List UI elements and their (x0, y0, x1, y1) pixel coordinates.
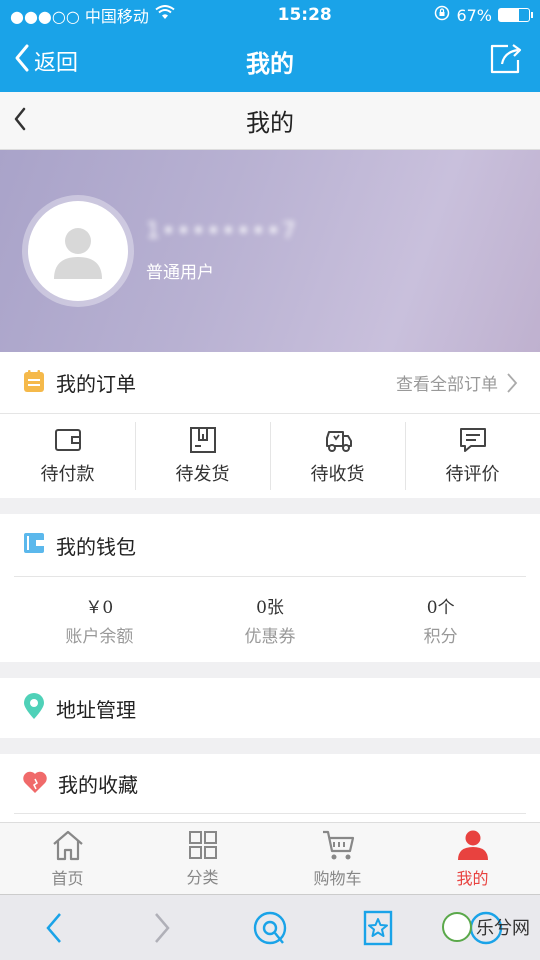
status-time: 15:28 (277, 5, 332, 25)
tab-mine[interactable]: 我的 (405, 823, 540, 894)
order-pending-shipment[interactable]: 待发货 (135, 414, 270, 498)
chevron-right-icon (155, 912, 170, 943)
page-header: 我的 (0, 92, 540, 150)
nav-title: 我的 (246, 49, 294, 78)
order-item-label: 待收货 (310, 464, 365, 485)
wifi-icon (155, 5, 175, 25)
battery-icon (498, 8, 533, 22)
order-list-icon (22, 369, 46, 397)
share-icon (488, 42, 524, 80)
address-row[interactable]: 地址管理 (0, 678, 540, 738)
tab-label: 我的 (456, 868, 489, 888)
site-watermark: 乐兮网 (442, 912, 530, 942)
order-status-row: 待付款 待发货 待收货 待评价 (0, 414, 540, 498)
order-item-label: 待评价 (445, 464, 500, 485)
wallet-points[interactable]: 0个 积分 (355, 577, 526, 662)
bookmark-star-icon (363, 910, 393, 945)
wallet-header[interactable]: 我的钱包 (0, 514, 540, 576)
cart-icon (322, 830, 354, 859)
order-item-label: 待发货 (175, 464, 230, 485)
wallet-stats: ￥0 账户余额 0张 优惠券 0个 积分 (14, 576, 526, 662)
favorites-section: 我的收藏 (0, 754, 540, 830)
tab-cart[interactable]: 购物车 (270, 823, 405, 894)
watermark-logo-icon (442, 912, 472, 942)
chevron-left-icon (46, 912, 61, 943)
grid-icon (188, 830, 217, 859)
truck-icon (325, 431, 352, 452)
tab-label: 购物车 (313, 868, 362, 888)
order-item-label: 待付款 (40, 464, 95, 485)
view-all-orders-link[interactable]: 查看全部订单 (396, 370, 518, 395)
browser-back-button[interactable] (29, 903, 79, 953)
profile-banner: 1••••••••7 普通用户 (0, 150, 540, 352)
chevron-left-icon (14, 43, 30, 79)
tab-label: 首页 (51, 868, 84, 888)
wallet-balance[interactable]: ￥0 账户余额 (14, 577, 185, 662)
search-icon (253, 911, 287, 944)
tab-category[interactable]: 分类 (135, 823, 270, 894)
heart-icon (22, 770, 48, 798)
page-title: 我的 (246, 109, 294, 137)
carrier-label: ●●●○○ 中国移动 (10, 7, 149, 26)
wallet-label: 账户余额 (65, 626, 134, 647)
bottom-tab-bar: 首页 分类 购物车 我的 (0, 822, 540, 894)
rotation-lock-icon (434, 5, 450, 25)
orders-header[interactable]: 我的订单 查看全部订单 (0, 352, 540, 414)
app-header: ●●●○○ 中国移动 15:28 67% 返回 我的 (0, 0, 540, 92)
favorites-title: 我的收藏 (58, 773, 138, 797)
order-pending-receipt[interactable]: 待收货 (270, 414, 405, 498)
address-section: 地址管理 (0, 678, 540, 738)
user-avatar-icon (54, 228, 102, 279)
order-pending-payment[interactable]: 待付款 (0, 414, 135, 498)
battery-percent: 67% (456, 5, 492, 25)
home-icon (52, 830, 83, 860)
wallet-section: 我的钱包 ￥0 账户余额 0张 优惠券 0个 积分 (0, 514, 540, 662)
wallet-value: 0个 (426, 597, 455, 618)
comment-icon (459, 428, 486, 452)
browser-search-button[interactable] (245, 903, 295, 953)
status-bar: ●●●○○ 中国移动 15:28 67% (0, 0, 540, 30)
favorites-row[interactable]: 我的收藏 (14, 754, 526, 814)
orders-section: 我的订单 查看全部订单 待付款 待发货 待收货 待评价 (0, 352, 540, 498)
user-level: 普通用户 (146, 263, 214, 283)
back-label: 返回 (34, 51, 79, 76)
browser-forward-button[interactable] (137, 903, 187, 953)
view-all-orders-label: 查看全部订单 (396, 375, 498, 395)
tab-home[interactable]: 首页 (0, 823, 135, 894)
chevron-right-icon (507, 372, 518, 393)
package-icon (189, 427, 216, 453)
location-pin-icon (22, 692, 46, 724)
order-pending-review[interactable]: 待评价 (405, 414, 540, 498)
address-title: 地址管理 (56, 697, 136, 722)
user-name: 1••••••••7 (146, 219, 298, 244)
tab-label: 分类 (186, 867, 219, 887)
wallet-coupons[interactable]: 0张 优惠券 (185, 577, 356, 662)
avatar[interactable] (22, 195, 134, 307)
wallet-icon (54, 429, 81, 451)
wallet-label: 优惠券 (244, 626, 296, 647)
share-button[interactable] (486, 41, 526, 81)
user-icon (457, 830, 488, 860)
wallet-value: ￥0 (85, 597, 114, 618)
watermark-text: 乐兮网 (476, 918, 530, 939)
wallet-value: 0张 (256, 597, 284, 618)
navbar: 返回 我的 (0, 30, 540, 92)
wallet-title: 我的钱包 (56, 534, 136, 559)
wallet-color-icon (22, 531, 46, 559)
browser-bookmark-button[interactable] (353, 903, 403, 953)
back-button[interactable]: 返回 (14, 43, 78, 79)
wallet-label: 积分 (423, 626, 458, 647)
orders-title: 我的订单 (56, 372, 136, 396)
